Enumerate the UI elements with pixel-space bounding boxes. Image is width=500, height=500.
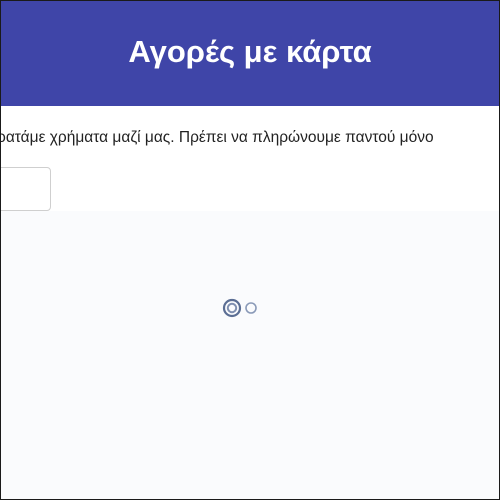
- instruction-text: ρατάμε χρήματα μαζί μας. Πρέπει να πληρώ…: [0, 129, 434, 146]
- header-bar: Αγορές με κάρτα: [1, 1, 499, 106]
- page-title: Αγορές με κάρτα: [128, 33, 372, 69]
- answer-input[interactable]: [1, 167, 51, 211]
- app-window: Αγορές με κάρτα ρατάμε χρήματα μαζί μας.…: [0, 0, 500, 500]
- content-area: [1, 211, 499, 499]
- loading-spinner-icon: [222, 298, 257, 318]
